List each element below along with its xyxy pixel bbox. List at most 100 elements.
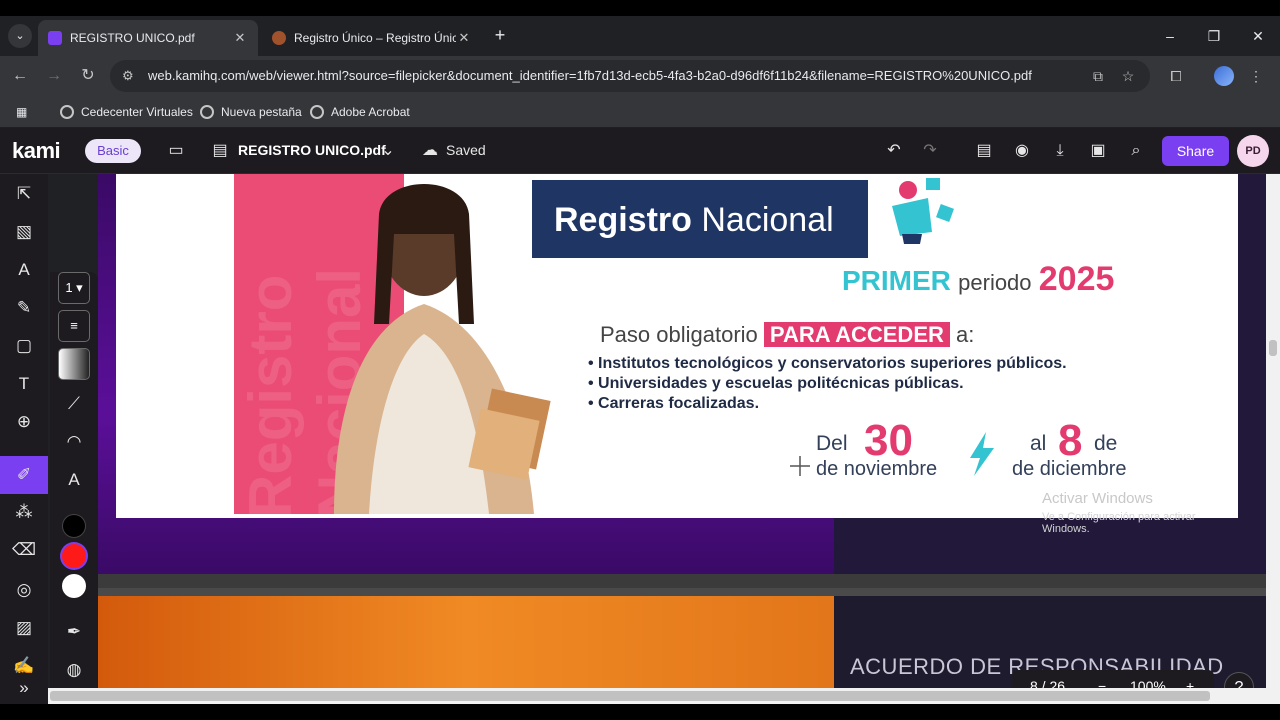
share-button[interactable]: Share [1162, 136, 1229, 166]
activate-windows-title: Activar Windows [1042, 490, 1153, 507]
globe-icon [200, 105, 214, 119]
color-black-swatch[interactable] [62, 514, 86, 538]
tab-strip: ⌄ REGISTRO UNICO.pdf ✕ Registro Único – … [0, 16, 1280, 56]
flyer-title: Registro Nacional [554, 201, 834, 239]
kami-toolbar: kami Basic ▭ ▤ REGISTRO UNICO.pdf ⌄ ☁ Sa… [0, 128, 1280, 174]
site-favicon-icon [272, 31, 286, 45]
globe-icon [60, 105, 74, 119]
highlighter-tool-icon[interactable]: ✎ [10, 294, 38, 322]
tab-registro-unico[interactable]: Registro Único – Registro Único ✕ [262, 20, 482, 56]
bookmark-star-icon[interactable]: ☆ [1116, 64, 1140, 88]
color-white-swatch[interactable] [62, 574, 86, 598]
eyedropper-icon[interactable]: ✒ [60, 618, 88, 646]
vertical-scrollbar[interactable] [1266, 174, 1280, 704]
bullet-list: • Institutos tecnológicos y conservatori… [588, 354, 1067, 414]
search-icon[interactable]: ⌕ [1124, 139, 1148, 163]
document-outline-icon[interactable]: ▤ [972, 139, 996, 163]
site-info-icon[interactable]: ⚙ [122, 60, 134, 92]
menu-dots-icon[interactable]: ⋮ [1244, 64, 1268, 88]
megaphone-icon [892, 178, 954, 244]
undo-icon[interactable]: ↶ [882, 139, 906, 163]
bookmark-label: Adobe Acrobat [331, 105, 410, 119]
file-name[interactable]: REGISTRO UNICO.pdf [238, 142, 386, 158]
forward-button[interactable]: → [42, 64, 66, 88]
color-red-swatch[interactable] [62, 544, 86, 568]
stroke-width-select[interactable]: 1 ▾ [58, 272, 90, 304]
student-photo [334, 184, 551, 514]
toolbox-icon[interactable]: ▣ [1086, 139, 1110, 163]
window-close-button[interactable]: ✕ [1236, 22, 1280, 50]
vertical-scroll-thumb[interactable] [1269, 340, 1277, 356]
tab-title: REGISTRO UNICO.pdf [70, 31, 195, 45]
close-icon[interactable]: ✕ [232, 30, 248, 46]
globe-icon [310, 105, 324, 119]
comment-tool-icon[interactable]: ▢ [10, 332, 38, 360]
bookmark-cedecenter[interactable]: Cedecenter Virtuales [60, 102, 193, 122]
page-divider [98, 588, 1266, 596]
tab-registro-pdf[interactable]: REGISTRO UNICO.pdf ✕ [38, 20, 258, 56]
install-app-icon[interactable]: ⧉ [1086, 64, 1110, 88]
file-icon: ▤ [212, 142, 228, 159]
download-icon[interactable]: ⤓ [1048, 139, 1072, 163]
paso-line: Paso obligatorio PARA ACCEDER a: [600, 322, 975, 347]
image-tool-icon[interactable]: ▨ [10, 614, 38, 642]
select-tool-icon[interactable]: ⇱ [10, 180, 38, 208]
document-viewer[interactable]: Registro Nacional Registro Nacional PRIM… [98, 174, 1266, 688]
palette-icon[interactable]: ◍ [60, 656, 88, 684]
chevron-down-icon[interactable]: ⌄ [376, 139, 400, 163]
user-avatar[interactable]: PD [1237, 135, 1269, 167]
protractor-icon[interactable]: ◠ [60, 428, 88, 456]
save-status: Saved [446, 142, 486, 158]
registro-flyer: Registro Nacional Registro Nacional PRIM… [116, 174, 1238, 535]
equation-tool-icon[interactable]: ⊕ [10, 408, 38, 436]
text-to-speech-tool-icon[interactable]: A [10, 256, 38, 284]
redo-icon[interactable]: ↷ [918, 139, 942, 163]
add-media-tool-icon[interactable]: ◎ [10, 576, 38, 604]
bookmark-label: Cedecenter Virtuales [81, 105, 193, 119]
close-icon[interactable]: ✕ [456, 30, 472, 46]
restore-button[interactable]: ❐ [1192, 22, 1236, 50]
eye-icon[interactable]: ◉ [1010, 139, 1034, 163]
archive-icon[interactable]: ▭ [164, 139, 188, 163]
opacity-button[interactable] [58, 348, 90, 380]
text-recognition-tool-icon[interactable]: ▧ [10, 218, 38, 246]
slide-8-orange-area [98, 596, 834, 688]
bookmark-nueva-pestana[interactable]: Nueva pestaña [200, 102, 302, 122]
bookmarks-bar: ▦ Cedecenter Virtuales Nueva pestaña Ado… [0, 96, 1280, 128]
bookmark-adobe-acrobat[interactable]: Adobe Acrobat [310, 102, 410, 122]
stroke-width-value: 1 [65, 280, 73, 295]
kami-favicon-icon [48, 31, 62, 45]
navigation-bar: ← → ↻ ⚙ web.kamihq.com/web/viewer.html?s… [0, 56, 1280, 96]
profile-avatar[interactable] [1214, 66, 1234, 86]
minimize-button[interactable]: – [1148, 22, 1192, 50]
reload-button[interactable]: ↻ [76, 64, 100, 88]
eraser-tool-icon[interactable]: ⌫ [10, 536, 38, 564]
drawing-options-panel: 1 ▾ ≡ ⟋ ◠ A ✒ ◍ [50, 272, 98, 704]
tab-search-button[interactable]: ⌄ [8, 24, 32, 48]
handwriting-icon[interactable]: A [60, 466, 88, 494]
text-tool-icon[interactable]: T [10, 370, 38, 398]
new-tab-button[interactable]: + [488, 24, 512, 48]
extensions-icon[interactable]: ⧠ [1164, 64, 1188, 88]
cloud-icon: ☁ [422, 142, 438, 159]
kami-logo[interactable]: kami [12, 138, 61, 164]
shapes-tool-icon[interactable]: ⁂ [10, 498, 38, 526]
apps-grid-icon[interactable]: ▦ [16, 102, 27, 122]
browser-window: ⌄ REGISTRO UNICO.pdf ✕ Registro Único – … [0, 16, 1280, 704]
tool-panel: ⇱ ▧ A ✎ ▢ T ⊕ ✐ ⁂ ⌫ ◎ ▨ ✍ » [0, 174, 48, 704]
line-style-button[interactable]: ≡ [58, 310, 90, 342]
drawing-tool-icon[interactable]: ✐ [0, 456, 48, 494]
ruler-icon[interactable]: ⟋ [60, 390, 88, 418]
activate-windows-subtitle: Ve a Configuración para activar Windows. [1042, 511, 1196, 535]
horizontal-scroll-thumb[interactable] [50, 691, 1210, 701]
crosshair-cursor-icon [790, 456, 810, 476]
back-button[interactable]: ← [8, 64, 32, 88]
bookmark-label: Nueva pestaña [221, 105, 302, 119]
expand-panel-icon[interactable]: » [10, 674, 38, 702]
address-bar[interactable]: ⚙ web.kamihq.com/web/viewer.html?source=… [110, 60, 1150, 92]
lightning-icon [970, 432, 994, 476]
plan-badge[interactable]: Basic [85, 139, 141, 163]
tab-title: Registro Único – Registro Único [294, 31, 456, 45]
list-item: • Universidades y escuelas politécnicas … [588, 375, 964, 392]
url-text: web.kamihq.com/web/viewer.html?source=fi… [148, 68, 1032, 83]
